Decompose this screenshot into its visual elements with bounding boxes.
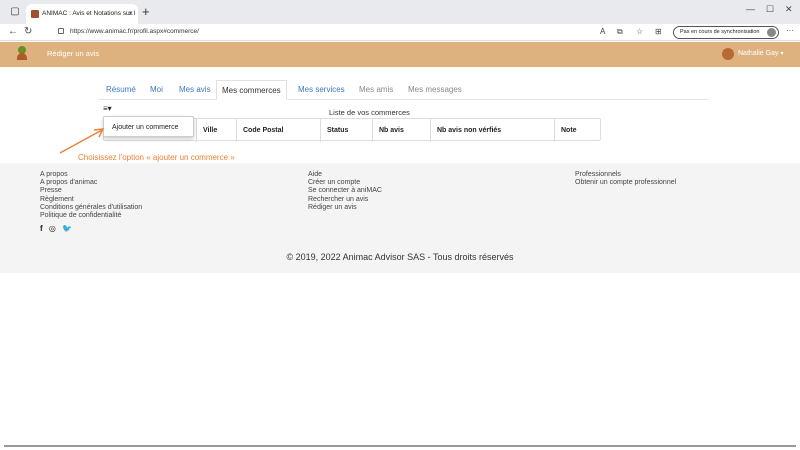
column-header-ville[interactable]: Ville bbox=[196, 119, 217, 142]
facebook-icon[interactable]: f bbox=[40, 224, 43, 233]
animac-favicon-icon bbox=[31, 10, 39, 18]
instagram-icon[interactable]: ◎ bbox=[49, 224, 56, 233]
column-header-nb-avis[interactable]: Nb avis bbox=[372, 119, 434, 142]
address-bar: ← ↻ https://www.animac.fr/profil.aspx#co… bbox=[0, 24, 800, 41]
sync-label: Pas en cours de synchronisation bbox=[680, 29, 760, 35]
commerce-list-title: Liste de vos commerces bbox=[329, 108, 410, 117]
footer-col-about: A propos A propos d'animac Presse Règlem… bbox=[40, 171, 142, 220]
footer-link-rechercher-avis[interactable]: Rechercher un avis bbox=[308, 196, 382, 204]
hamburger-menu-icon[interactable]: ≡▾ bbox=[103, 104, 112, 113]
footer-link-cgu[interactable]: Conditions générales d'utilisation bbox=[40, 204, 142, 212]
footer-link-compte-pro[interactable]: Obtenir un compte professionnel bbox=[575, 179, 676, 187]
maximize-button[interactable]: ☐ bbox=[766, 4, 774, 15]
url-text: https://www.animac.fr/profil.aspx#commer… bbox=[70, 28, 199, 35]
tab-close-icon[interactable]: × bbox=[128, 4, 133, 24]
user-avatar-icon bbox=[722, 48, 734, 60]
browser-tab-bar: ▢ ANIMAC : Avis et Notations sur l × + —… bbox=[0, 0, 800, 24]
footer-link-creer-compte[interactable]: Créer un compte bbox=[308, 179, 382, 187]
tab-mes-services[interactable]: Mes services bbox=[298, 80, 345, 100]
copyright-text: © 2019, 2022 Animac Advisor SAS - Tous d… bbox=[286, 252, 514, 262]
footer-link-a-propos[interactable]: A propos bbox=[40, 171, 142, 179]
footer-link-presse[interactable]: Presse bbox=[40, 187, 142, 195]
write-review-link[interactable]: Rédiger un avis bbox=[47, 49, 99, 58]
tab-actions-icon[interactable]: ▢ bbox=[8, 5, 22, 19]
footer-link-aide[interactable]: Aide bbox=[308, 171, 382, 179]
twitter-icon[interactable]: 🐦 bbox=[62, 224, 72, 233]
footer-col-help: Aide Créer un compte Se connecter à aniM… bbox=[308, 171, 382, 212]
site-footer: A propos A propos d'animac Presse Règlem… bbox=[0, 163, 800, 273]
tab-mes-amis[interactable]: Mes amis bbox=[359, 80, 393, 100]
refresh-icon[interactable]: ↻ bbox=[24, 26, 32, 37]
tab-mes-avis[interactable]: Mes avis bbox=[179, 80, 211, 100]
column-header-code-postal[interactable]: Code Postal bbox=[236, 119, 322, 142]
tab-resume[interactable]: Résumé bbox=[106, 80, 136, 100]
sync-status-button[interactable]: Pas en cours de synchronisation bbox=[673, 26, 779, 39]
instruction-annotation: Choisissez l'option « ajouter un commerc… bbox=[78, 153, 235, 162]
tab-title: ANIMAC : Avis et Notations sur l bbox=[42, 10, 136, 17]
social-links: f ◎ 🐦 bbox=[40, 224, 76, 233]
close-window-button[interactable]: ✕ bbox=[785, 4, 793, 15]
footer-link-rediger-avis[interactable]: Rédiger un avis bbox=[308, 204, 382, 212]
lock-icon bbox=[58, 28, 64, 34]
tab-mes-messages[interactable]: Mes messages bbox=[408, 80, 462, 100]
profile-avatar-icon bbox=[767, 28, 776, 37]
animac-logo-icon[interactable] bbox=[16, 46, 28, 60]
tab-moi[interactable]: Moi bbox=[150, 80, 163, 100]
column-header-note[interactable]: Note bbox=[554, 119, 600, 142]
browser-tab[interactable]: ANIMAC : Avis et Notations sur l × bbox=[26, 4, 138, 24]
read-aloud-icon[interactable]: A bbox=[600, 27, 605, 36]
annotation-arrow bbox=[59, 128, 105, 154]
footer-col-pro: Professionnels Obtenir un compte profess… bbox=[575, 171, 676, 187]
footer-link-se-connecter[interactable]: Se connecter à aniMAC bbox=[308, 187, 382, 195]
footer-link-professionnels[interactable]: Professionnels bbox=[575, 171, 676, 179]
chevron-down-icon: ▾ bbox=[780, 51, 784, 57]
scrollbar-track[interactable] bbox=[4, 445, 796, 447]
new-tab-button[interactable]: + bbox=[142, 4, 150, 19]
url-field[interactable]: https://www.animac.fr/profil.aspx#commer… bbox=[58, 28, 199, 35]
footer-link-reglement[interactable]: Règlement bbox=[40, 196, 142, 204]
column-header-status[interactable]: Status bbox=[320, 119, 374, 142]
minimize-button[interactable]: — bbox=[746, 4, 755, 14]
column-header-nb-avis-non-verifies[interactable]: Nb avis non vérfiés bbox=[430, 119, 556, 142]
favorites-star-icon[interactable]: ☆ bbox=[636, 27, 643, 36]
back-arrow-icon[interactable]: ← bbox=[8, 26, 18, 37]
footer-link-a-propos-animac[interactable]: A propos d'animac bbox=[40, 179, 142, 187]
footer-link-confidentialite[interactable]: Politique de confidentialité bbox=[40, 212, 142, 220]
tab-mes-commerces[interactable]: Mes commerces bbox=[216, 80, 287, 100]
site-header: Rédiger un avis Nathalie Gay ▾ bbox=[0, 42, 800, 67]
user-name: Nathalie Gay bbox=[738, 50, 779, 57]
collections-icon[interactable]: ⊞ bbox=[655, 27, 662, 36]
user-menu[interactable]: Nathalie Gay ▾ bbox=[722, 47, 783, 61]
add-commerce-menu-item[interactable]: Ajouter un commerce bbox=[103, 116, 194, 137]
profile-nav: Résumé Moi Mes avis Mes commerces Mes se… bbox=[98, 80, 708, 100]
more-menu-icon[interactable]: ··· bbox=[786, 26, 794, 35]
reading-view-icon[interactable]: ⧉ bbox=[617, 27, 623, 37]
